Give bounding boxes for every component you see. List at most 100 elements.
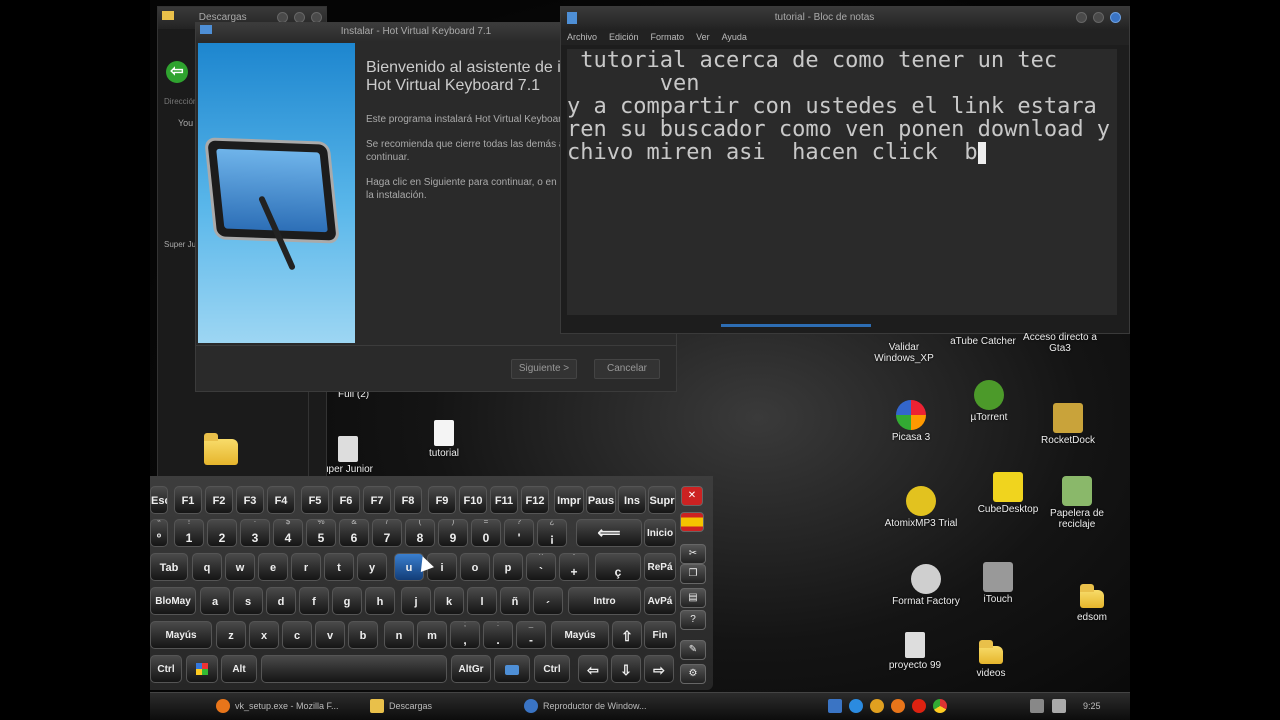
spain-flag-icon[interactable] — [680, 512, 704, 532]
key-tab[interactable]: Tab — [150, 553, 188, 581]
desktop-icon-utorrent[interactable]: µTorrent — [949, 380, 1029, 423]
key-minus[interactable]: _ - — [516, 621, 546, 649]
clock[interactable]: 9:25 — [1083, 696, 1101, 716]
key-f[interactable]: f — [299, 587, 329, 615]
key-ctrl-right[interactable]: Ctrl — [534, 655, 570, 683]
downloads-item-you[interactable]: You — [178, 118, 193, 128]
menu-ayuda[interactable]: Ayuda — [722, 29, 747, 45]
key-b[interactable]: b — [348, 621, 378, 649]
key-3[interactable]: · 3 — [240, 519, 270, 547]
settings-icon[interactable]: ⚙ — [680, 664, 706, 684]
key-acute[interactable]: ¨ ´ — [533, 587, 563, 615]
key-fin[interactable]: Fin — [644, 621, 676, 649]
key-o[interactable]: o — [460, 553, 490, 581]
volume-icon[interactable] — [1052, 696, 1066, 716]
desktop-icon-edsom[interactable]: edsom — [1052, 584, 1130, 623]
key-capslock[interactable]: BloMay — [150, 587, 196, 615]
key-j[interactable]: j — [401, 587, 431, 615]
key-f6[interactable]: F6 — [332, 486, 360, 514]
desktop-icon-proyecto[interactable]: proyecto 99 — [875, 632, 955, 671]
next-button[interactable]: Siguiente > — [511, 359, 577, 379]
key-supr[interactable]: Supr — [648, 486, 676, 514]
key-6[interactable]: & 6 — [339, 519, 369, 547]
help-icon[interactable]: ? — [680, 610, 706, 630]
key-esc[interactable]: Esc — [150, 486, 168, 514]
key-ins[interactable]: Ins — [618, 486, 646, 514]
key-ordinal[interactable]: ªº — [150, 519, 168, 547]
key-alt[interactable]: Alt — [221, 655, 257, 683]
keyboard-close-icon[interactable]: ✕ — [681, 486, 703, 506]
key-intro[interactable]: Intro — [568, 587, 641, 615]
copy-icon[interactable]: ❐ — [680, 564, 706, 584]
key-m[interactable]: m — [417, 621, 447, 649]
menu-formato[interactable]: Formato — [651, 29, 685, 45]
key-arrow-down[interactable]: ⇩ — [611, 655, 641, 683]
firefox-icon[interactable] — [891, 699, 905, 713]
opera-icon[interactable] — [912, 699, 926, 713]
taskbar-item-media-player[interactable]: Reproductor de Window... — [524, 696, 647, 716]
network-icon[interactable] — [1030, 696, 1044, 716]
key-windows[interactable] — [186, 655, 218, 683]
key-l[interactable]: l — [467, 587, 497, 615]
key-f11[interactable]: F11 — [490, 486, 518, 514]
key-inverted-exclamation[interactable]: ¿ ¡ — [537, 519, 567, 547]
key-w[interactable]: w — [225, 553, 255, 581]
key-s[interactable]: s — [233, 587, 263, 615]
desktop-icon-videos[interactable]: videos — [951, 640, 1031, 679]
cut-icon[interactable]: ✂ — [680, 544, 706, 564]
key-arrow-up[interactable]: ⇧ — [612, 621, 642, 649]
key-p[interactable]: p — [493, 553, 523, 581]
key-repag[interactable]: RePá — [644, 553, 676, 581]
key-e[interactable]: e — [258, 553, 288, 581]
key-avpag[interactable]: AvPá — [644, 587, 676, 615]
taskbar-item-descargas[interactable]: Descargas — [370, 696, 432, 716]
key-grave[interactable]: ^ ` — [526, 553, 556, 581]
key-backspace[interactable]: ⟸ — [576, 519, 642, 547]
key-k[interactable]: k — [434, 587, 464, 615]
desktop-icon-papelera[interactable]: Papelera de reciclaje — [1037, 476, 1117, 530]
key-y[interactable]: y — [357, 553, 387, 581]
key-f12[interactable]: F12 — [521, 486, 549, 514]
back-arrow-icon[interactable]: ⇦ — [166, 61, 188, 83]
key-h[interactable]: h — [365, 587, 395, 615]
desktop-icon-picasa[interactable]: Picasa 3 — [871, 400, 951, 443]
menu-edicion[interactable]: Edición — [609, 29, 639, 45]
key-q[interactable]: q — [192, 553, 222, 581]
notes-icon[interactable]: ✎ — [680, 640, 706, 660]
desktop-icon-atube[interactable]: aTube Catcher — [943, 336, 1023, 347]
key-f9[interactable]: F9 — [428, 486, 456, 514]
close-button[interactable] — [1110, 12, 1121, 23]
notepad-titlebar[interactable]: tutorial - Bloc de notas — [561, 7, 1129, 29]
key-n[interactable]: n — [384, 621, 414, 649]
chrome-icon[interactable] — [933, 699, 947, 713]
desktop-icon-gta3[interactable]: Acceso directo a Gta3 — [1020, 332, 1100, 354]
key-impr[interactable]: Impr — [554, 486, 584, 514]
key-4[interactable]: $4 — [273, 519, 303, 547]
key-f2[interactable]: F2 — [205, 486, 233, 514]
key-7[interactable]: /7 — [372, 519, 402, 547]
notepad-window[interactable]: tutorial - Bloc de notas Archivo Edición… — [560, 6, 1130, 334]
key-0[interactable]: = 0 — [471, 519, 501, 547]
key-menu[interactable] — [494, 655, 530, 683]
horizontal-scrollbar[interactable] — [721, 324, 871, 327]
virtual-keyboard[interactable]: Esc F1 F2 F3 F4 F5 F6 F7 F8 F9 F10 F11 F… — [150, 476, 713, 690]
key-r[interactable]: r — [291, 553, 321, 581]
key-f8[interactable]: F8 — [394, 486, 422, 514]
key-f1[interactable]: F1 — [174, 486, 202, 514]
key-1[interactable]: ! 1 — [174, 519, 204, 547]
key-altgr[interactable]: AltGr — [451, 655, 491, 683]
key-arrow-right[interactable]: ⇨ — [644, 655, 674, 683]
minimize-button[interactable] — [1076, 12, 1087, 23]
key-apostrophe[interactable]: ? ' — [504, 519, 534, 547]
key-g[interactable]: g — [332, 587, 362, 615]
key-f5[interactable]: F5 — [301, 486, 329, 514]
key-ctrl-left[interactable]: Ctrl — [150, 655, 182, 683]
key-t[interactable]: t — [324, 553, 354, 581]
key-a[interactable]: a — [200, 587, 230, 615]
desktop-icon-cubedesktop[interactable]: CubeDesktop — [968, 472, 1048, 515]
menu-archivo[interactable]: Archivo — [567, 29, 597, 45]
key-v[interactable]: v — [315, 621, 345, 649]
key-d[interactable]: d — [266, 587, 296, 615]
maximize-button[interactable] — [1093, 12, 1104, 23]
key-c-cedilla[interactable]: ç — [595, 553, 641, 581]
